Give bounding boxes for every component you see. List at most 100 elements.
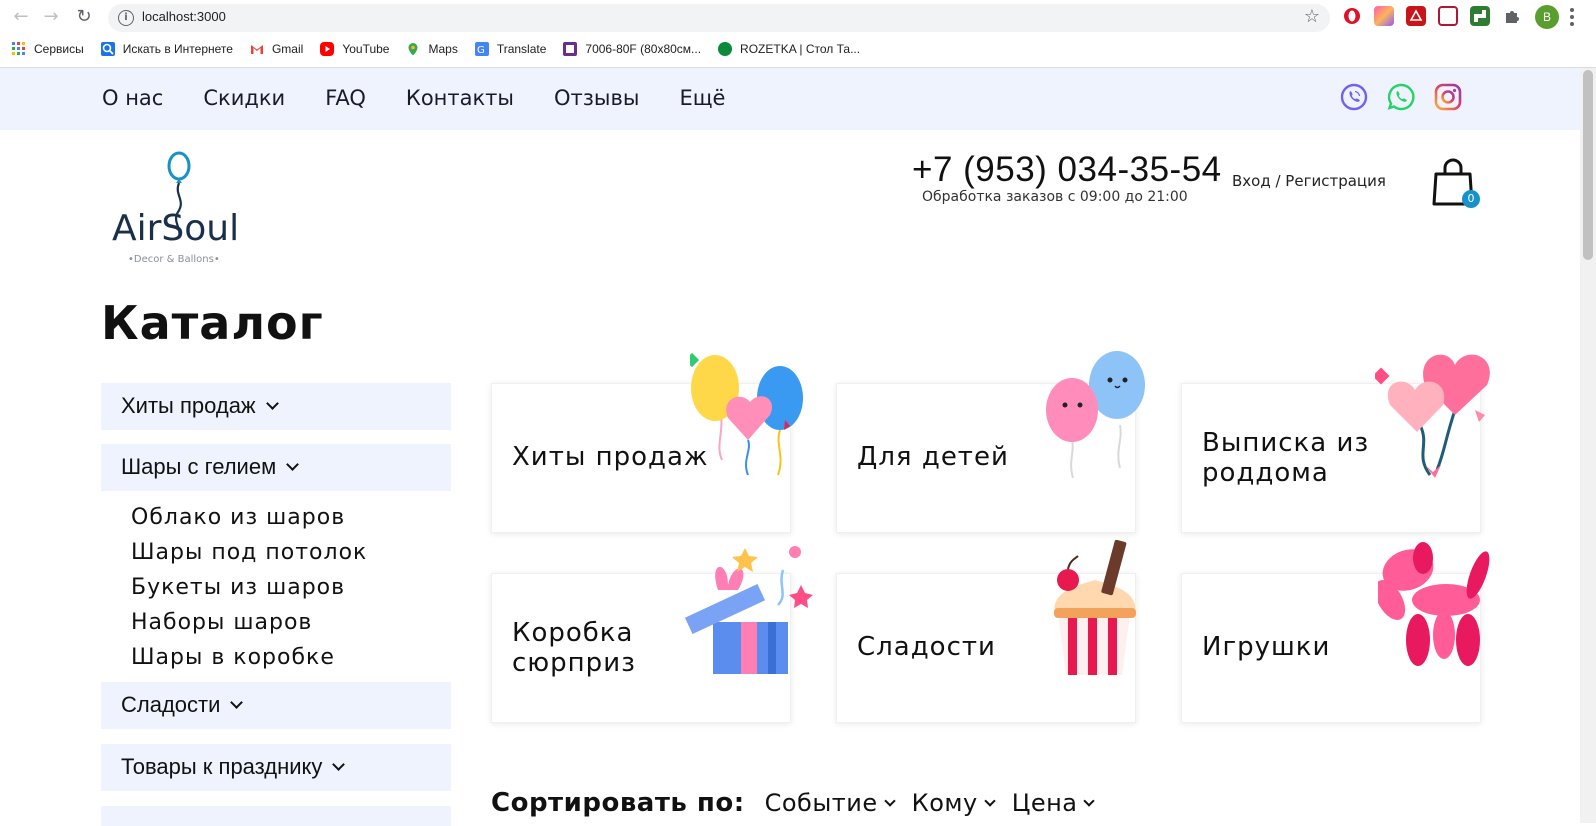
- sort-price-dropdown[interactable]: Цена: [1012, 789, 1096, 817]
- bookmark-search[interactable]: Искать в Интернете: [100, 42, 233, 56]
- bookmark-label: Искать в Интернете: [122, 42, 233, 56]
- browser-chrome: ← → ↻ i localhost:3000 ☆ B Сервисы Искат…: [0, 0, 1596, 68]
- whatsapp-icon[interactable]: [1386, 82, 1416, 112]
- bookmark-label: Maps: [428, 42, 458, 56]
- profile-avatar[interactable]: B: [1535, 5, 1559, 29]
- chevron-down-icon: [984, 795, 996, 807]
- apps-grid-icon: [12, 42, 26, 56]
- category-card-title: Коробка сюрприз: [512, 618, 636, 678]
- kids-balloons-icon: [1046, 351, 1145, 479]
- bookmark-7006[interactable]: 7006-80F (80x80см...: [563, 42, 701, 56]
- purple-square-icon: [563, 42, 578, 56]
- balloon-dog-icon: [1378, 542, 1490, 666]
- subcategory-sets[interactable]: Наборы шаров: [131, 605, 367, 640]
- page-scrollbar[interactable]: [1580, 68, 1596, 823]
- nav-discounts[interactable]: Скидки: [203, 86, 285, 110]
- bookmark-label: ROZETKA | Стол Та...: [740, 42, 861, 56]
- top-menu: О нас Скидки FAQ Контакты Отзывы Ещё: [102, 86, 765, 110]
- nav-contacts[interactable]: Контакты: [406, 86, 514, 110]
- logo-text: AirSoul: [112, 208, 239, 249]
- sidebar-category-label: Хиты продаж: [121, 393, 256, 418]
- chevron-down-icon: [332, 758, 346, 771]
- logo-subtitle: •Decor & Ballons•: [128, 254, 220, 265]
- gradient-ext-icon[interactable]: [1374, 6, 1394, 26]
- opera-ext-icon[interactable]: [1342, 6, 1362, 26]
- address-url[interactable]: localhost:3000: [142, 9, 226, 24]
- gmail-icon: [250, 42, 264, 56]
- bookmark-label: 7006-80F (80x80см...: [585, 42, 702, 56]
- login-register-link[interactable]: Вход / Регистрация: [1232, 172, 1386, 190]
- reload-icon[interactable]: ↻: [73, 6, 95, 28]
- chevron-down-icon: [230, 696, 244, 709]
- gift-box-icon: [684, 546, 813, 674]
- heart-balloons-icon: [1375, 354, 1490, 478]
- bookmark-youtube[interactable]: YouTube: [320, 42, 389, 56]
- pdf-ext-icon[interactable]: [1406, 6, 1426, 26]
- back-arrow-icon[interactable]: ←: [10, 6, 32, 28]
- search-icon: [100, 42, 115, 56]
- subcategory-ceiling[interactable]: Шары под потолок: [131, 535, 367, 570]
- page-title: Каталог: [101, 296, 324, 350]
- youtube-icon: [320, 42, 335, 56]
- bookmark-label: Translate: [496, 42, 547, 56]
- forward-arrow-icon[interactable]: →: [40, 6, 62, 28]
- cart-button[interactable]: 0: [1432, 158, 1480, 210]
- cupcake-icon: [1054, 540, 1136, 675]
- subcategory-box[interactable]: Шары в коробке: [131, 640, 367, 675]
- chevron-down-icon: [265, 397, 279, 410]
- bookmark-label: YouTube: [342, 42, 390, 56]
- rozetka-icon: [718, 42, 733, 56]
- balloons-icon: [690, 352, 803, 476]
- bookmark-translate[interactable]: G Translate: [474, 42, 547, 56]
- nav-more[interactable]: Ещё: [679, 86, 725, 110]
- sort-event-dropdown[interactable]: Событие: [765, 789, 896, 817]
- puzzle-extensions-icon[interactable]: [1502, 6, 1522, 26]
- site-logo[interactable]: AirSoul •Decor & Ballons•: [112, 150, 247, 270]
- category-card-title: Хиты продаж: [512, 442, 709, 472]
- nav-about[interactable]: О нас: [102, 86, 163, 110]
- sidebar-category-label: Сладости: [121, 692, 221, 717]
- category-card-title: Выписка из роддома: [1202, 428, 1370, 488]
- svg-text:G: G: [477, 45, 485, 56]
- bookmarks-bar: Сервисы Искать в Интернете Gmail YouTube…: [12, 38, 877, 60]
- sidebar-category-hits[interactable]: Хиты продаж: [101, 383, 451, 430]
- sidebar-category-sweets[interactable]: Сладости: [101, 682, 451, 729]
- site-info-icon[interactable]: i: [118, 10, 134, 26]
- subcategory-cloud[interactable]: Облако из шаров: [131, 500, 367, 535]
- working-hours: Обработка заказов с 09:00 до 21:00: [922, 189, 1188, 205]
- chevron-down-icon: [883, 795, 896, 807]
- pocket-ext-icon[interactable]: [1438, 6, 1458, 26]
- cart-count-badge: 0: [1462, 190, 1480, 208]
- category-card-title: Для детей: [857, 442, 1009, 472]
- sidebar-category-holiday[interactable]: Товары к празднику: [101, 744, 451, 791]
- instagram-icon[interactable]: [1433, 82, 1463, 112]
- chevron-down-icon: [286, 458, 300, 471]
- chevron-down-icon: [1083, 795, 1096, 807]
- sidebar-category-helium[interactable]: Шары с гелием: [101, 444, 451, 491]
- bookmark-star-icon[interactable]: ☆: [1304, 6, 1320, 27]
- maps-pin-icon: [406, 42, 420, 56]
- sort-label: Сортировать по:: [491, 788, 745, 818]
- bookmark-rozetka[interactable]: ROZETKA | Стол Та...: [718, 42, 860, 56]
- browser-menu-icon[interactable]: [1570, 8, 1574, 26]
- nav-faq[interactable]: FAQ: [325, 86, 366, 110]
- sort-bar: Сортировать по: Событие Кому Цена: [491, 788, 1111, 818]
- helium-subcategory-list: Облако из шаров Шары под потолок Букеты …: [131, 500, 367, 675]
- scrollbar-thumb[interactable]: [1583, 70, 1593, 260]
- bookmark-maps[interactable]: Maps: [406, 42, 458, 56]
- viber-icon[interactable]: [1339, 82, 1369, 112]
- bookmark-services[interactable]: Сервисы: [12, 42, 84, 56]
- category-card-title: Сладости: [857, 632, 996, 662]
- phone-number[interactable]: +7 (953) 034-35-54: [912, 150, 1222, 190]
- subcategory-bouquets[interactable]: Букеты из шаров: [131, 570, 367, 605]
- nav-reviews[interactable]: Отзывы: [554, 86, 639, 110]
- sidebar-category-label: Шары с гелием: [121, 454, 277, 479]
- bookmark-label: Gmail: [271, 42, 304, 56]
- sort-recipient-dropdown[interactable]: Кому: [912, 789, 996, 817]
- green-ext-icon[interactable]: [1470, 6, 1490, 26]
- bookmark-label: Сервисы: [34, 42, 84, 56]
- address-bar[interactable]: i localhost:3000 ☆: [108, 4, 1330, 32]
- top-navigation: О нас Скидки FAQ Контакты Отзывы Ещё: [0, 68, 1580, 130]
- sidebar-category-next[interactable]: [101, 806, 451, 826]
- bookmark-gmail[interactable]: Gmail: [250, 42, 303, 56]
